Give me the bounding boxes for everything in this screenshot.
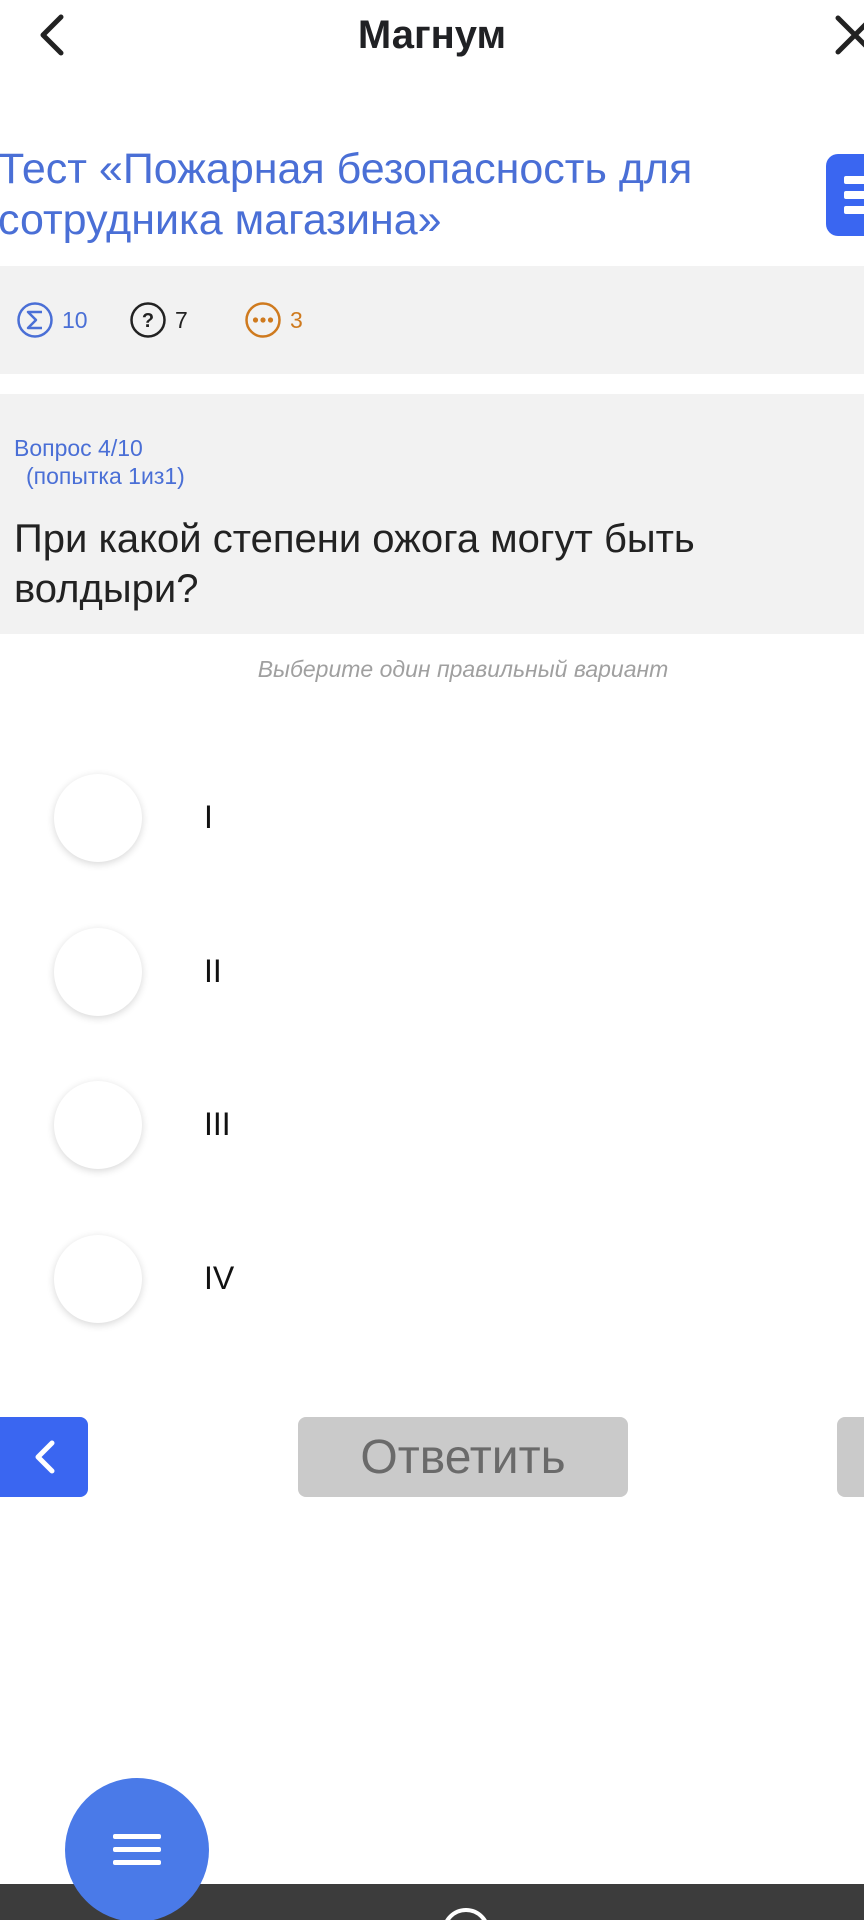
option-4[interactable]: IV (0, 1224, 864, 1334)
chevron-left-icon (35, 1440, 55, 1474)
close-icon (835, 15, 864, 55)
menu-icon (113, 1834, 161, 1865)
stat-remaining: ? 7 (129, 300, 188, 340)
test-title: Тест «Пожарная безопасность для сотрудни… (0, 145, 693, 244)
stat-pending: 3 (244, 300, 303, 340)
option-2[interactable]: II (0, 917, 864, 1027)
previous-question-button[interactable] (0, 1417, 88, 1497)
option-3[interactable]: III (0, 1070, 864, 1180)
menu-fab-button[interactable] (65, 1778, 209, 1920)
answer-button[interactable]: Ответить (298, 1417, 628, 1497)
list-icon (844, 176, 864, 184)
stat-pending-value: 3 (290, 306, 303, 333)
sigma-icon (17, 302, 53, 338)
radio-button[interactable] (54, 774, 142, 862)
close-button[interactable] (832, 12, 864, 58)
stat-total: 10 (16, 300, 88, 340)
option-label: I (204, 799, 213, 835)
radio-button[interactable] (54, 928, 142, 1016)
question-icon: ? (130, 302, 166, 338)
stats-panel: 10 ? 7 3 (0, 266, 864, 374)
question-counter: Вопрос 4/10 (14, 435, 143, 461)
option-label: IV (204, 1260, 235, 1296)
question-attempt: (попытка 1из1) (26, 463, 185, 489)
more-icon (245, 302, 281, 338)
radio-button[interactable] (54, 1081, 142, 1169)
radio-button[interactable] (54, 1235, 142, 1323)
option-label: III (204, 1106, 231, 1142)
question-card: Вопрос 4/10 (попытка 1из1) При какой сте… (0, 394, 864, 634)
stat-remaining-value: 7 (175, 306, 188, 333)
app-title: Магнум (357, 13, 507, 57)
top-bar: Магнум (0, 0, 864, 72)
svg-text:?: ? (142, 310, 154, 332)
option-1[interactable]: I (0, 763, 864, 873)
question-text: При какой степени ожога могут быть волды… (14, 517, 695, 611)
stat-total-value: 10 (62, 306, 88, 333)
answer-hint: Выберите один правильный вариант (257, 656, 669, 682)
side-menu-tab[interactable] (826, 154, 864, 236)
home-icon[interactable] (442, 1908, 490, 1920)
next-question-button[interactable] (837, 1417, 864, 1497)
option-label: II (204, 953, 222, 989)
